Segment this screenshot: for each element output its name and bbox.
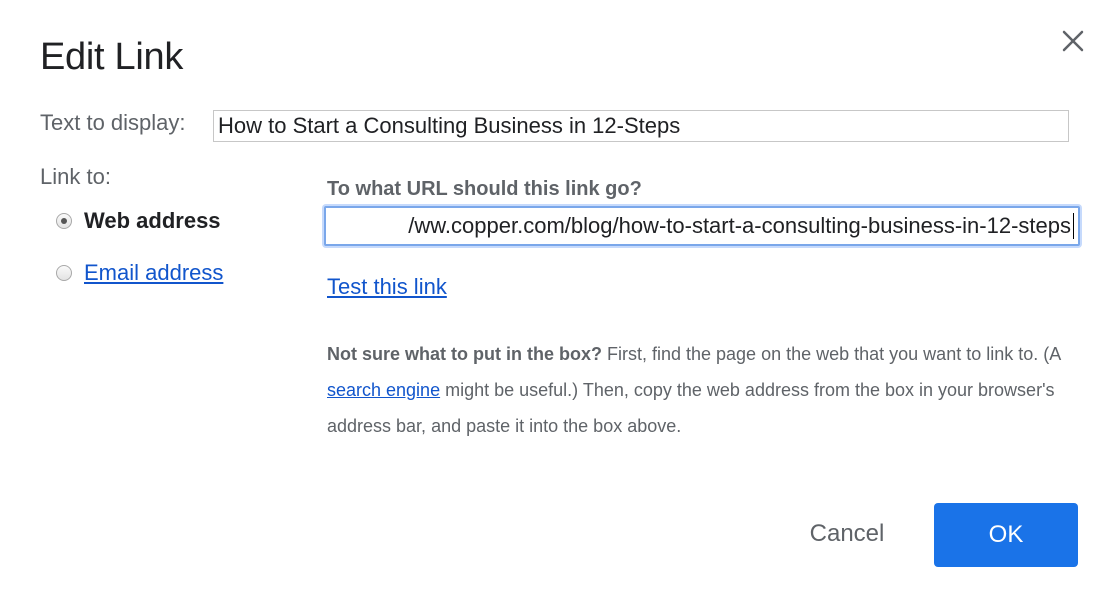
url-input-value: /ww.copper.com/blog/how-to-start-a-consu… bbox=[408, 213, 1071, 238]
cancel-button[interactable]: Cancel bbox=[790, 503, 904, 565]
email-address-link[interactable]: Email address bbox=[84, 260, 223, 286]
edit-link-dialog: Edit Link Text to display: Link to: Web … bbox=[0, 0, 1120, 610]
email-address-option[interactable]: Email address bbox=[56, 260, 223, 286]
search-engine-link[interactable]: search engine bbox=[327, 380, 440, 400]
dialog-title: Edit Link bbox=[40, 36, 184, 78]
text-caret bbox=[1073, 213, 1074, 239]
text-to-display-label: Text to display: bbox=[40, 110, 186, 135]
web-address-option[interactable]: Web address bbox=[56, 208, 221, 234]
help-text: Not sure what to put in the box? First, … bbox=[327, 336, 1067, 444]
help-bold-text: Not sure what to put in the box? bbox=[327, 344, 602, 364]
email-address-radio[interactable] bbox=[56, 265, 72, 281]
close-icon[interactable] bbox=[1056, 24, 1090, 58]
web-address-radio[interactable] bbox=[56, 213, 72, 229]
ok-button[interactable]: OK bbox=[934, 503, 1078, 567]
url-input[interactable]: /ww.copper.com/blog/how-to-start-a-consu… bbox=[324, 206, 1080, 246]
test-this-link[interactable]: Test this link bbox=[327, 274, 447, 300]
web-address-label: Web address bbox=[84, 208, 221, 233]
url-heading: To what URL should this link go? bbox=[327, 178, 642, 200]
help-text-part1: First, find the page on the web that you… bbox=[601, 344, 1061, 364]
link-to-label: Link to: bbox=[40, 164, 111, 189]
text-to-display-input[interactable] bbox=[213, 110, 1069, 142]
